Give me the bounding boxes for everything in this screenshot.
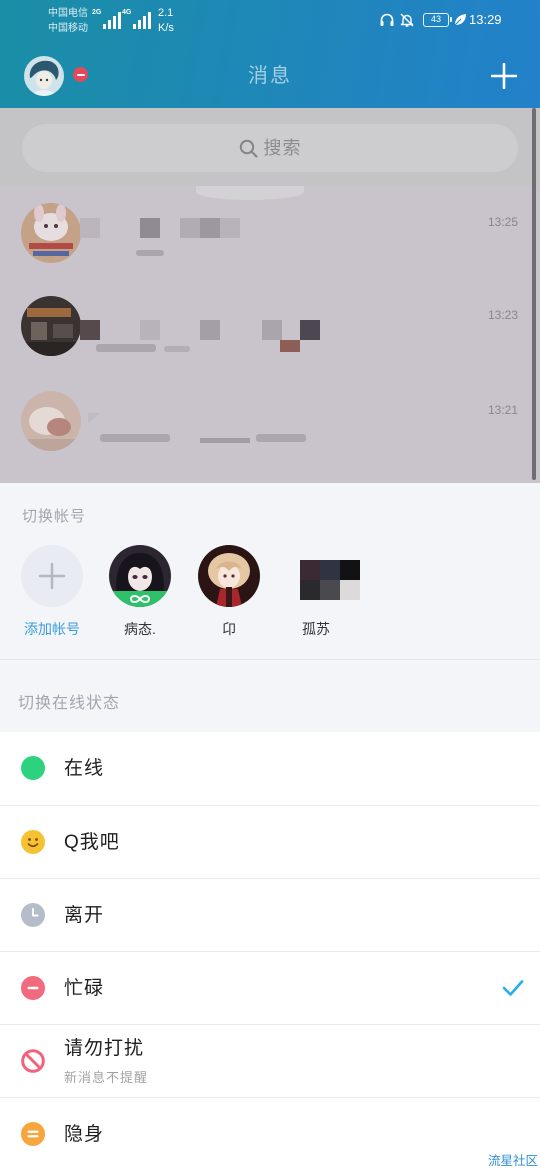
- carrier-2: 中国移动: [48, 23, 88, 34]
- status-label: Q我吧: [64, 832, 120, 853]
- avatar-image: [21, 203, 81, 263]
- blurred-preview: [200, 438, 250, 443]
- pixelated-name: [220, 218, 240, 238]
- account-avatar-1[interactable]: [109, 545, 171, 607]
- avatar-image: [198, 545, 260, 607]
- conversation-list: 13:25 13:23 13:21: [0, 186, 540, 483]
- status-option-busy[interactable]: 忙碌: [0, 951, 540, 1024]
- plus-icon[interactable]: [491, 63, 517, 89]
- blurred-preview: [164, 346, 190, 352]
- status-options-list: 在线 Q我吧 离开 忙碌 请勿打扰 新消息不提醒 隐身: [0, 732, 540, 1170]
- account-name: 卬: [222, 621, 236, 637]
- conversation-time: 13:23: [487, 308, 518, 322]
- search-icon: [239, 139, 258, 158]
- pixelated-name: [88, 413, 100, 423]
- pixelated-name: [180, 218, 200, 238]
- network-type-1: 2G: [92, 9, 102, 16]
- account-avatar-2[interactable]: [198, 545, 260, 607]
- conversation-time: 13:21: [487, 403, 518, 417]
- search-input[interactable]: 搜索: [22, 124, 518, 172]
- page-title: 消息: [248, 65, 292, 87]
- avatar-image: [21, 296, 81, 356]
- headphones-icon: [380, 13, 394, 26]
- conversation-item[interactable]: 13:21: [0, 374, 540, 468]
- carrier-labels: 中国电信 中国移动: [48, 6, 88, 36]
- account-status-sheet: 切换帐号 添加帐号 病态. 卬 孤苏 切换在线状态: [0, 483, 540, 732]
- status-label: 忙碌: [64, 978, 105, 999]
- pixelated-preview: [280, 340, 300, 352]
- pixelated-name: [200, 218, 220, 238]
- conversation-item[interactable]: 13:25: [0, 186, 540, 280]
- avatar: [21, 296, 81, 356]
- divider: [0, 659, 540, 660]
- blurred-preview: [136, 250, 164, 256]
- avatar: [21, 391, 81, 451]
- signal-2: 4G: [122, 9, 152, 29]
- pixelated-name: [262, 320, 282, 340]
- conversation-item[interactable]: 13:23: [0, 279, 540, 373]
- status-option-invisible[interactable]: 隐身: [0, 1097, 540, 1170]
- status-option-online[interactable]: 在线: [0, 732, 540, 805]
- avatar-image: [21, 391, 81, 451]
- status-label: 在线: [64, 758, 105, 779]
- add-account-button[interactable]: [21, 545, 83, 607]
- network-type-2: 4G: [122, 9, 132, 16]
- battery-icon: 43: [423, 13, 452, 27]
- conversation-time: 13:25: [487, 215, 518, 229]
- status-label: 隐身: [64, 1124, 105, 1145]
- pixelated-name: [80, 320, 100, 340]
- pixelated-name: [200, 320, 220, 340]
- leaf-icon: [453, 14, 466, 27]
- online-icon: [21, 756, 45, 780]
- status-label: 请勿打扰: [64, 1038, 145, 1059]
- account-name: 孤苏: [302, 621, 330, 637]
- add-account-label[interactable]: 添加帐号: [12, 620, 92, 638]
- blurred-preview: [256, 434, 306, 442]
- status-option-away[interactable]: 离开: [0, 878, 540, 951]
- checkmark-icon: [502, 978, 524, 998]
- scrollbar[interactable]: [532, 108, 536, 480]
- network-speed: 2.1 K/s: [158, 6, 174, 36]
- status-label: 离开: [64, 905, 105, 926]
- switch-account-title: 切换帐号: [22, 508, 87, 525]
- top-bar: 中国电信 中国移动 2G 4G 2.1 K/s 43 13:29 消息: [0, 0, 540, 108]
- bell-muted-icon: [400, 13, 414, 27]
- status-option-do-not-disturb[interactable]: 请勿打扰 新消息不提醒: [0, 1024, 540, 1097]
- signal-1: 2G: [92, 9, 122, 29]
- speed-value: 2.1: [158, 7, 174, 19]
- search-area: 搜索: [0, 108, 540, 186]
- plus-icon: [38, 562, 66, 590]
- invisible-icon: [21, 1122, 45, 1146]
- signal-bars-icon: [133, 12, 152, 29]
- watermark: 流星社区: [487, 1154, 538, 1168]
- clock: 13:29: [469, 12, 502, 27]
- signal-bars-icon: [103, 12, 122, 29]
- smiley-icon: [21, 830, 45, 854]
- switch-status-title: 切换在线状态: [18, 695, 121, 712]
- blurred-preview: [100, 434, 170, 442]
- busy-icon: [21, 976, 45, 1000]
- avatar-image: [109, 545, 171, 607]
- pixelated-name: [140, 320, 160, 340]
- avatar: [21, 203, 81, 263]
- account-avatar-3[interactable]: [300, 560, 360, 600]
- pixelated-name: [80, 218, 100, 238]
- do-not-disturb-icon: [21, 1049, 45, 1073]
- speed-unit: K/s: [158, 22, 174, 34]
- clock-icon: [21, 903, 45, 927]
- search-placeholder: 搜索: [263, 138, 302, 158]
- status-option-q-me[interactable]: Q我吧: [0, 805, 540, 878]
- account-name: 病态.: [124, 621, 156, 637]
- blurred-preview: [96, 344, 156, 352]
- pixelated-name: [140, 218, 160, 238]
- carrier-1: 中国电信: [48, 8, 88, 19]
- status-sublabel: 新消息不提醒: [64, 1070, 149, 1085]
- pixelated-name: [300, 320, 320, 340]
